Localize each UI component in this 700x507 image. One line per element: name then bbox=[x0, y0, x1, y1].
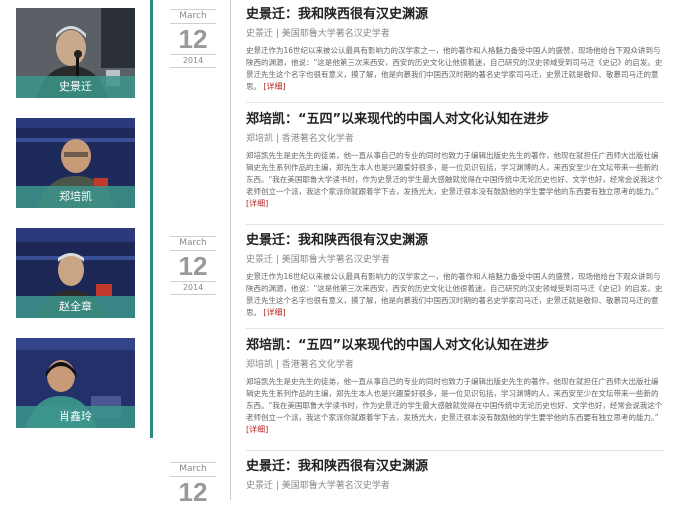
article-body-text: 郑培凯先生是史先生的徒弟，他一直从事自己的专业的同时也致力于编辑出版史先生的著作… bbox=[246, 151, 663, 196]
timeline-line bbox=[230, 0, 231, 500]
article-separator bbox=[246, 224, 664, 225]
person-card-1[interactable]: 史景迁 bbox=[16, 8, 135, 98]
person-name: 赵全章 bbox=[16, 296, 135, 318]
article-body: 郑培凯先生是史先生的徒弟，他一直从事自己的专业的同时也致力于编辑出版史先生的著作… bbox=[246, 376, 664, 436]
article-body-text: 史景迁作为16世纪以来被公认最具有影响力的汉学家之一，他的著作和人格魅力备受中国… bbox=[246, 46, 663, 91]
article-title[interactable]: 郑培凯：“五四”以来现代的中国人对文化认知在进步 bbox=[246, 337, 664, 355]
date-month: March bbox=[170, 236, 216, 251]
article-5: 史景迁：我和陕西很有汉史渊源 史景迁 | 美国耶鲁大学著名汉史学者 bbox=[246, 458, 664, 492]
person-name: 郑培凯 bbox=[16, 186, 135, 208]
person-name: 史景迁 bbox=[16, 76, 135, 98]
date-badge-3: March 12 bbox=[170, 462, 216, 507]
article-body: 史景迁作为16世纪以来被公认最具有影响力的汉学家之一，他的著作和人格魅力备受中国… bbox=[246, 45, 664, 93]
date-day: 12 bbox=[178, 251, 208, 281]
article-subtitle: 史景迁 | 美国耶鲁大学著名汉史学者 bbox=[246, 481, 390, 491]
article-body-text: 郑培凯先生是史先生的徒弟，他一直从事自己的专业的同时也致力于编辑出版史先生的著作… bbox=[246, 377, 663, 422]
person-card-4[interactable]: 肖鑫玲 bbox=[16, 338, 135, 428]
detail-link[interactable]: [详细] bbox=[263, 308, 285, 317]
article-body: 史景迁作为16世纪以来被公认最具有影响力的汉学家之一，他的著作和人格魅力备受中国… bbox=[246, 271, 664, 319]
detail-link[interactable]: [详细] bbox=[246, 199, 268, 208]
article-body: 郑培凯先生是史先生的徒弟，他一直从事自己的专业的同时也致力于编辑出版史先生的著作… bbox=[246, 150, 664, 210]
date-month: March bbox=[170, 462, 216, 477]
date-badge-1: March 12 2014 bbox=[170, 9, 216, 68]
date-day: 12 bbox=[178, 24, 208, 54]
article-title[interactable]: 史景迁：我和陕西很有汉史渊源 bbox=[246, 6, 664, 24]
person-name: 肖鑫玲 bbox=[16, 406, 135, 428]
article-body-text: 史景迁作为16世纪以来被公认最具有影响力的汉学家之一，他的著作和人格魅力备受中国… bbox=[246, 272, 663, 317]
article-separator bbox=[246, 102, 664, 103]
date-day: 12 bbox=[178, 477, 208, 507]
article-title[interactable]: 史景迁：我和陕西很有汉史渊源 bbox=[246, 458, 664, 476]
article-4: 郑培凯：“五四”以来现代的中国人对文化认知在进步 郑培凯 | 香港著名文化学者 … bbox=[246, 337, 664, 436]
article-1: 史景迁：我和陕西很有汉史渊源 史景迁 | 美国耶鲁大学著名汉史学者 史景迁作为1… bbox=[246, 6, 664, 93]
date-month: March bbox=[170, 9, 216, 24]
article-subtitle: 郑培凯 | 香港著名文化学者 bbox=[246, 134, 354, 144]
article-3: 史景迁：我和陕西很有汉史渊源 史景迁 | 美国耶鲁大学著名汉史学者 史景迁作为1… bbox=[246, 232, 664, 319]
accent-divider bbox=[150, 0, 153, 438]
people-column: 史景迁 郑培凯 赵全章 肖鑫玲 bbox=[0, 0, 150, 500]
person-card-3[interactable]: 赵全章 bbox=[16, 228, 135, 318]
person-card-2[interactable]: 郑培凯 bbox=[16, 118, 135, 208]
date-year: 2014 bbox=[170, 54, 216, 68]
article-separator bbox=[246, 450, 664, 451]
article-subtitle: 史景迁 | 美国耶鲁大学著名汉史学者 bbox=[246, 29, 390, 39]
article-separator bbox=[246, 328, 664, 329]
article-title[interactable]: 郑培凯：“五四”以来现代的中国人对文化认知在进步 bbox=[246, 111, 664, 129]
article-subtitle: 郑培凯 | 香港著名文化学者 bbox=[246, 360, 354, 370]
article-title[interactable]: 史景迁：我和陕西很有汉史渊源 bbox=[246, 232, 664, 250]
date-badge-2: March 12 2014 bbox=[170, 236, 216, 295]
article-2: 郑培凯：“五四”以来现代的中国人对文化认知在进步 郑培凯 | 香港著名文化学者 … bbox=[246, 111, 664, 210]
article-subtitle: 史景迁 | 美国耶鲁大学著名汉史学者 bbox=[246, 255, 390, 265]
date-year: 2014 bbox=[170, 281, 216, 295]
detail-link[interactable]: [详细] bbox=[246, 425, 268, 434]
detail-link[interactable]: [详细] bbox=[263, 82, 285, 91]
